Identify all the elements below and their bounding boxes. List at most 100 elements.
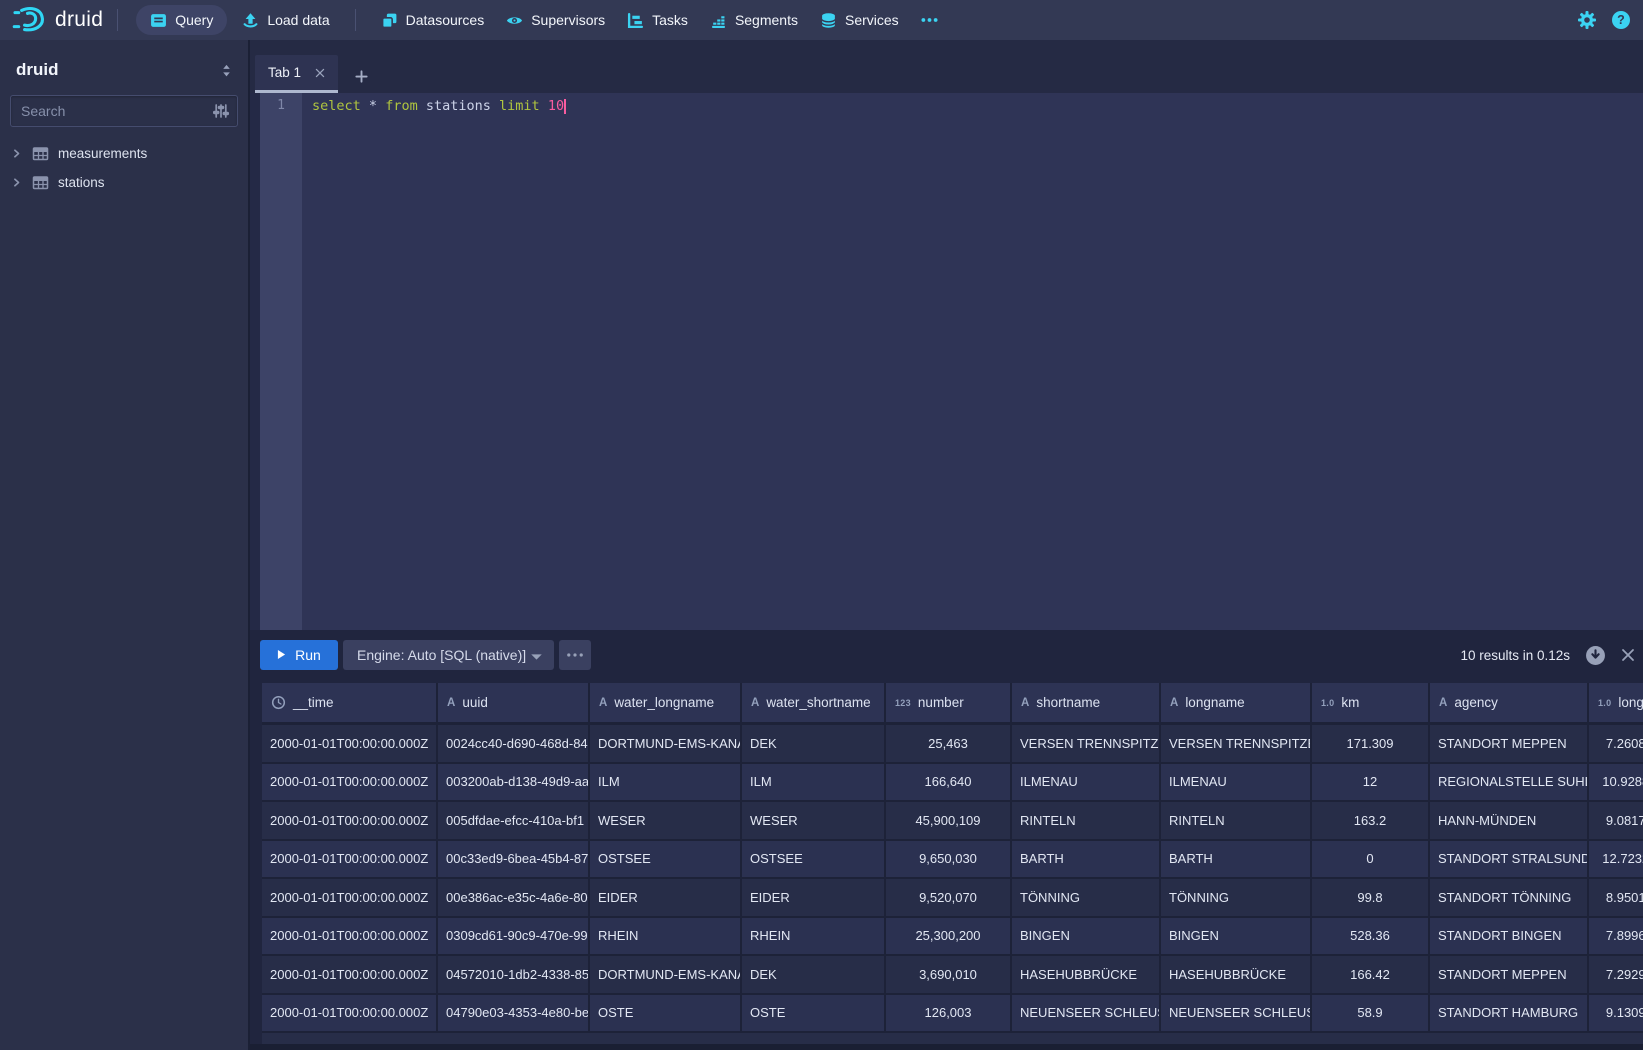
- schema-title: druid: [16, 60, 59, 80]
- download-results-icon[interactable]: [1585, 645, 1606, 666]
- run-button[interactable]: Run: [260, 640, 338, 670]
- nav-right: ?: [1577, 10, 1643, 30]
- column-header-water-longname[interactable]: Awater_longname: [590, 683, 742, 722]
- decimal-type-icon: 1.0: [1598, 698, 1611, 708]
- string-type-icon: A: [599, 697, 607, 709]
- cell-longname: BARTH: [1161, 841, 1312, 878]
- query-tab[interactable]: Tab 1: [255, 55, 338, 93]
- cell-number: 3,690,010: [886, 956, 1012, 993]
- search-input[interactable]: [11, 103, 205, 119]
- close-tab-icon[interactable]: [315, 68, 325, 78]
- nav-item-supervisors[interactable]: Supervisors: [495, 0, 616, 40]
- nav-item-tasks[interactable]: Tasks: [616, 0, 699, 40]
- query-more-button[interactable]: [559, 640, 591, 670]
- nav-item-label: Load data: [267, 12, 329, 28]
- cell-longitude: 7.292912: [1589, 956, 1643, 993]
- cell-longname: NEUENSEER SCHLEUSEN: [1161, 995, 1312, 1032]
- engine-label: Engine: Auto [SQL (native)]: [357, 647, 526, 663]
- string-type-icon: A: [751, 697, 759, 709]
- chevron-right-icon[interactable]: [10, 176, 23, 189]
- cell-km: 171.309: [1312, 725, 1430, 762]
- cell-shortname: ILMENAU: [1012, 764, 1161, 801]
- column-header-number[interactable]: 123number: [886, 683, 1012, 722]
- datasource-tree: measurements stations: [0, 139, 248, 197]
- double-caret-vertical-icon[interactable]: [219, 63, 234, 78]
- svg-text:?: ?: [1617, 13, 1625, 27]
- string-type-icon: A: [1439, 697, 1447, 709]
- cell-uuid: 0309cd61-90c9-470e-99: [438, 918, 590, 955]
- filter-sliders-icon[interactable]: [205, 103, 237, 119]
- cell-longitude: 9.130902: [1589, 995, 1643, 1032]
- help-icon[interactable]: ?: [1611, 10, 1631, 30]
- column-header-label: km: [1341, 695, 1359, 710]
- sql-token: stations: [426, 98, 491, 114]
- tree-item-stations[interactable]: stations: [0, 168, 248, 197]
- grid-header-row: __timeAuuidAwater_longnameAwater_shortna…: [262, 683, 1643, 725]
- cell-km: 12: [1312, 764, 1430, 801]
- sql-code-line[interactable]: select * from stations limit 10: [312, 93, 1643, 630]
- column-header-shortname[interactable]: Ashortname: [1012, 683, 1161, 722]
- nav-item-label: Supervisors: [531, 12, 605, 28]
- table-icon: [32, 175, 49, 190]
- sql-editor[interactable]: 1 select * from stations limit 10: [248, 93, 1643, 630]
- column-header-km[interactable]: 1.0km: [1312, 683, 1430, 722]
- column-header-agency[interactable]: Aagency: [1430, 683, 1589, 722]
- cell-water-longname: WESER: [590, 802, 742, 839]
- cell-water-shortname: EIDER: [742, 879, 886, 916]
- horizontal-scrollbar[interactable]: [250, 1044, 1643, 1050]
- gear-icon[interactable]: [1577, 10, 1597, 30]
- supervisors-icon: [506, 12, 523, 29]
- column-header-uuid[interactable]: Auuid: [438, 683, 590, 722]
- services-icon: [820, 12, 837, 29]
- cell-water-longname: RHEIN: [590, 918, 742, 955]
- cell-shortname: BINGEN: [1012, 918, 1161, 955]
- nav-item-label: Segments: [735, 12, 798, 28]
- chevron-right-icon[interactable]: [10, 147, 23, 160]
- cell-number: 9,650,030: [886, 841, 1012, 878]
- cell-water-shortname: RHEIN: [742, 918, 886, 955]
- column-header-label: water_longname: [614, 695, 714, 710]
- table-row-partial: [262, 1033, 1643, 1044]
- cell-uuid: 0024cc40-d690-468d-84: [438, 725, 590, 762]
- cell-partial: [262, 1033, 1643, 1044]
- editor-gutter: 1: [260, 93, 302, 630]
- column-header-time[interactable]: __time: [262, 683, 438, 722]
- search-box: [10, 95, 238, 127]
- nav-item-services[interactable]: Services: [809, 0, 910, 40]
- nav-item-more[interactable]: [910, 0, 949, 40]
- nav-item-segments[interactable]: Segments: [699, 0, 809, 40]
- column-header-longname[interactable]: Alongname: [1161, 683, 1312, 722]
- cell-uuid: 00c33ed9-6bea-45b4-87: [438, 841, 590, 878]
- nav-item-label: Services: [845, 12, 899, 28]
- cell-longname: HASEHUBBRÜCKE: [1161, 956, 1312, 993]
- nav-item-query[interactable]: Query: [136, 5, 227, 35]
- cell-agency: STANDORT HAMBURG: [1430, 995, 1589, 1032]
- cell-water-longname: OSTSEE: [590, 841, 742, 878]
- segments-icon: [710, 12, 727, 29]
- nav-item-datasources[interactable]: Datasources: [370, 0, 496, 40]
- druid-logo-icon: [12, 6, 46, 34]
- sql-token: select: [312, 98, 361, 114]
- engine-select-button[interactable]: Engine: Auto [SQL (native)]: [343, 640, 554, 670]
- cell-agency: STANDORT STRALSUND: [1430, 841, 1589, 878]
- run-bar: Run Engine: Auto [SQL (native)] 10 resul…: [248, 630, 1643, 680]
- tree-item-measurements[interactable]: measurements: [0, 139, 248, 168]
- close-results-icon[interactable]: [1621, 648, 1635, 662]
- nav-divider: [117, 9, 118, 31]
- top-navbar: druid Query Load data Datasources Superviso…: [0, 0, 1643, 40]
- tree-item-label: measurements: [58, 146, 147, 161]
- nav-divider: [355, 9, 356, 31]
- druid-logo[interactable]: druid: [12, 6, 103, 34]
- cell-shortname: TÖNNING: [1012, 879, 1161, 916]
- brand-name: druid: [55, 8, 103, 32]
- new-tab-plus-icon[interactable]: [354, 69, 369, 84]
- sql-token: [418, 98, 426, 114]
- tasks-icon: [627, 12, 644, 29]
- cell-longitude: 9.081704: [1589, 802, 1643, 839]
- nav-item-load-data[interactable]: Load data: [231, 0, 340, 40]
- play-icon: [277, 647, 286, 663]
- cell-longitude: 7.260850: [1589, 725, 1643, 762]
- column-header-water-shortname[interactable]: Awater_shortname: [742, 683, 886, 722]
- column-header-longitude[interactable]: 1.0longitude: [1589, 683, 1643, 722]
- cell-shortname: NEUENSEER SCHLEUSEN: [1012, 995, 1161, 1032]
